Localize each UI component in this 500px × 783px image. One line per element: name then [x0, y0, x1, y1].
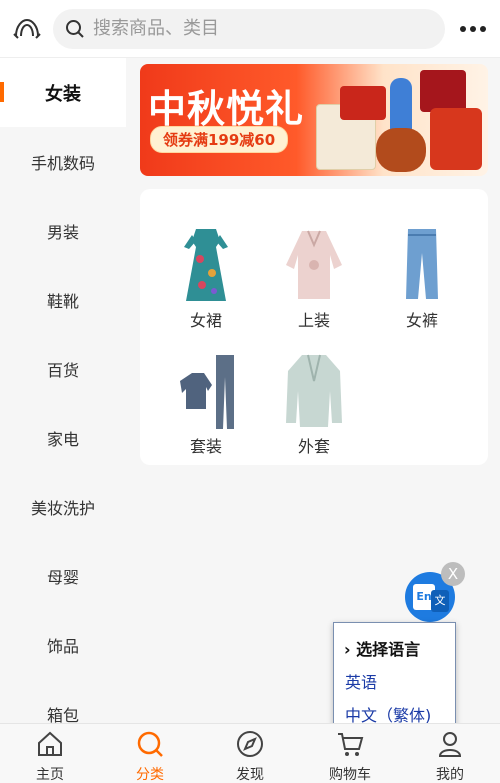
sidebar-item-label: 鞋靴 — [46, 291, 79, 311]
app-page: 搜索商品、类目 女装 手机数码 男装 鞋靴 百货 家电 美妆洗护 母婴 饰品 箱… — [0, 0, 500, 783]
subcategory-label: 女裤 — [405, 311, 438, 330]
sidebar-item-bags[interactable]: 箱包 — [0, 679, 126, 724]
sidebar-item-label: 女装 — [45, 83, 81, 105]
sidebar-item-label: 箱包 — [46, 705, 79, 724]
subcategory-coats[interactable]: 外套 — [260, 345, 368, 461]
compass-icon — [237, 731, 263, 757]
nav-cart[interactable]: 购物车 — [300, 724, 400, 783]
search-placeholder: 搜索商品、类目 — [93, 18, 219, 39]
nav-home[interactable]: 主页 — [0, 724, 100, 783]
sidebar-item-label: 手机数码 — [30, 153, 95, 173]
translate-icon-zh: 文 — [431, 590, 449, 612]
subcategory-label: 外套 — [297, 437, 330, 456]
sidebar-item-label: 家电 — [46, 429, 79, 449]
gift-box-image — [430, 108, 482, 170]
nav-label: 购物车 — [329, 767, 371, 783]
gift-box-image — [376, 128, 426, 172]
subcategory-sets[interactable]: 套装 — [152, 345, 260, 461]
logo-icon[interactable] — [12, 14, 42, 44]
language-option-english[interactable]: 英语 — [345, 669, 377, 693]
sidebar-item-appliances[interactable]: 家电 — [0, 403, 126, 472]
nav-label: 发现 — [236, 767, 264, 783]
nav-category[interactable]: 分类 — [100, 724, 200, 783]
translate-icon-zh-text: 文 — [434, 594, 446, 607]
sidebar-item-baby[interactable]: 母婴 — [0, 541, 126, 610]
sidebar-item-label: 男装 — [46, 222, 79, 242]
sidebar-item-jewelry[interactable]: 饰品 — [0, 610, 126, 679]
sidebar-item-beauty[interactable]: 美妆洗护 — [0, 472, 126, 541]
sidebar-item-womens[interactable]: 女装 — [0, 58, 126, 127]
search-icon — [66, 20, 84, 38]
category-sidebar: 女装 手机数码 男装 鞋靴 百货 家电 美妆洗护 母婴 饰品 箱包 — [0, 58, 126, 723]
sidebar-item-digital[interactable]: 手机数码 — [0, 127, 126, 196]
language-popup: › 选择语言 英语 中文（繁体) — [333, 622, 456, 732]
nav-label: 我的 — [436, 767, 464, 783]
search-circle-icon — [137, 731, 163, 757]
sidebar-item-mens[interactable]: 男装 — [0, 196, 126, 265]
blazer-icon — [286, 354, 342, 427]
tracksuit-icon — [180, 355, 234, 429]
sidebar-item-label: 母婴 — [46, 567, 79, 587]
sidebar-item-general[interactable]: 百货 — [0, 334, 126, 403]
translate-icon-en: En — [416, 590, 432, 603]
home-icon — [38, 731, 62, 756]
sidebar-item-shoes[interactable]: 鞋靴 — [0, 265, 126, 334]
gift-box-image — [420, 70, 466, 112]
sidebar-item-label: 饰品 — [46, 636, 79, 656]
subcategory-pants[interactable]: 女裤 — [368, 219, 476, 335]
dress-icon — [184, 229, 228, 301]
sidebar-item-label: 美妆洗护 — [30, 498, 95, 518]
nav-label: 主页 — [36, 767, 64, 783]
subcategory-label: 女裙 — [189, 311, 222, 330]
promo-banner[interactable]: 中秋悦礼 领券满199减60 — [140, 64, 488, 176]
nav-profile[interactable]: 我的 — [400, 724, 500, 783]
language-popup-title: › 选择语言 — [344, 640, 421, 659]
translate-close-button[interactable]: X — [441, 562, 465, 586]
search-input[interactable]: 搜索商品、类目 — [53, 9, 445, 49]
bottom-nav: 主页 分类 发现 购物车 我的 — [0, 723, 500, 783]
nav-label: 分类 — [136, 767, 164, 783]
banner-coupon: 领券满199减60 — [150, 126, 289, 153]
blouse-icon — [286, 230, 342, 299]
subcategory-label: 上装 — [297, 311, 330, 330]
subcategory-label: 套装 — [189, 437, 222, 456]
subcategory-dress[interactable]: 女裙 — [152, 219, 260, 335]
sidebar-item-label: 百货 — [46, 360, 79, 380]
subcategory-tops[interactable]: 上装 — [260, 219, 368, 335]
user-icon — [438, 732, 462, 757]
nav-discover[interactable]: 发现 — [200, 724, 300, 783]
banner-title: 中秋悦礼 — [148, 87, 305, 131]
more-icon[interactable] — [460, 24, 486, 34]
subcategory-grid: 女裙 上装 女裤 套装 外套 — [140, 189, 488, 465]
top-header: 搜索商品、类目 — [0, 0, 500, 58]
cart-icon — [338, 733, 364, 756]
gift-box-image — [340, 86, 386, 120]
jeans-icon — [406, 229, 438, 299]
